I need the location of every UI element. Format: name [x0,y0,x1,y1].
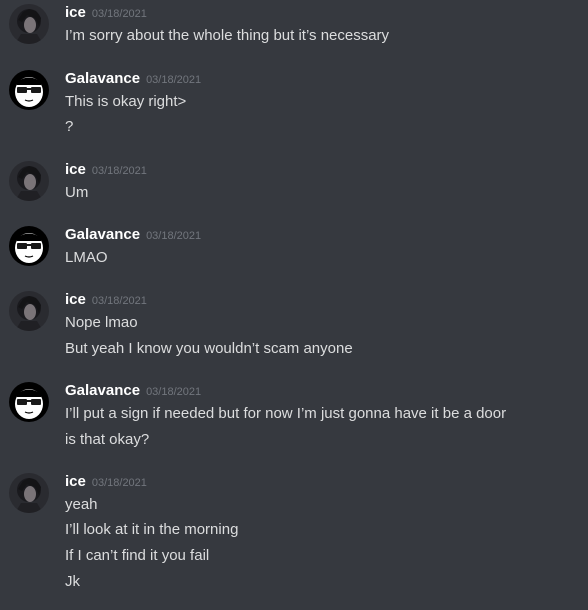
user-avatar-ice[interactable] [9,473,49,513]
author-name[interactable]: ice [65,291,86,308]
author-name[interactable]: ice [65,473,86,490]
message-text: ? [65,118,74,135]
user-avatar-ice[interactable] [9,4,49,44]
dark-haired-character-avatar-icon [9,291,49,331]
timestamp: 03/18/2021 [146,386,202,398]
message-header: ice 03/18/2021 [65,291,147,311]
message-header: Galavance 03/18/2021 [65,70,201,90]
timestamp: 03/18/2021 [146,74,202,86]
timestamp: 03/18/2021 [146,230,202,242]
chat-messages: ice 03/18/2021 I’m sorry about the whole … [0,0,588,610]
dark-haired-character-avatar-icon [9,4,49,44]
message-text: This is okay right> [65,93,187,110]
message-header: ice 03/18/2021 [65,473,147,493]
user-avatar-galavance[interactable] [9,70,49,110]
message-text: If I can’t find it you fail [65,547,210,564]
message-text: is that okay? [65,431,150,448]
message-header: Galavance 03/18/2021 [65,226,201,246]
author-name[interactable]: Galavance [65,70,140,87]
message-text: I’ll look at it in the morning [65,521,239,538]
sunglasses-face-avatar-icon [9,382,49,422]
timestamp: 03/18/2021 [91,165,147,177]
message-text: Um [65,184,89,201]
message-header: ice 03/18/2021 [65,4,147,24]
author-name[interactable]: Galavance [65,382,140,399]
message-text: I’m sorry about the whole thing but it’s… [65,27,390,44]
timestamp: 03/18/2021 [91,8,147,20]
user-avatar-galavance[interactable] [9,382,49,422]
timestamp: 03/18/2021 [91,477,147,489]
dark-haired-character-avatar-icon [9,161,49,201]
user-avatar-ice[interactable] [9,291,49,331]
message-text: yeah [65,496,98,513]
message-text: LMAO [65,249,108,266]
message-header: ice 03/18/2021 [65,161,147,181]
message-text: I’ll put a sign if needed but for now I’… [65,405,507,422]
author-name[interactable]: ice [65,161,86,178]
sunglasses-face-avatar-icon [9,226,49,266]
timestamp: 03/18/2021 [91,295,147,307]
message-header: Galavance 03/18/2021 [65,382,201,402]
author-name[interactable]: ice [65,4,86,21]
author-name[interactable]: Galavance [65,226,140,243]
user-avatar-galavance[interactable] [9,226,49,266]
user-avatar-ice[interactable] [9,161,49,201]
sunglasses-face-avatar-icon [9,70,49,110]
message-text: Nope lmao [65,314,138,331]
dark-haired-character-avatar-icon [9,473,49,513]
message-text: Jk [65,573,80,590]
message-text: But yeah I know you wouldn’t scam anyone [65,340,353,357]
